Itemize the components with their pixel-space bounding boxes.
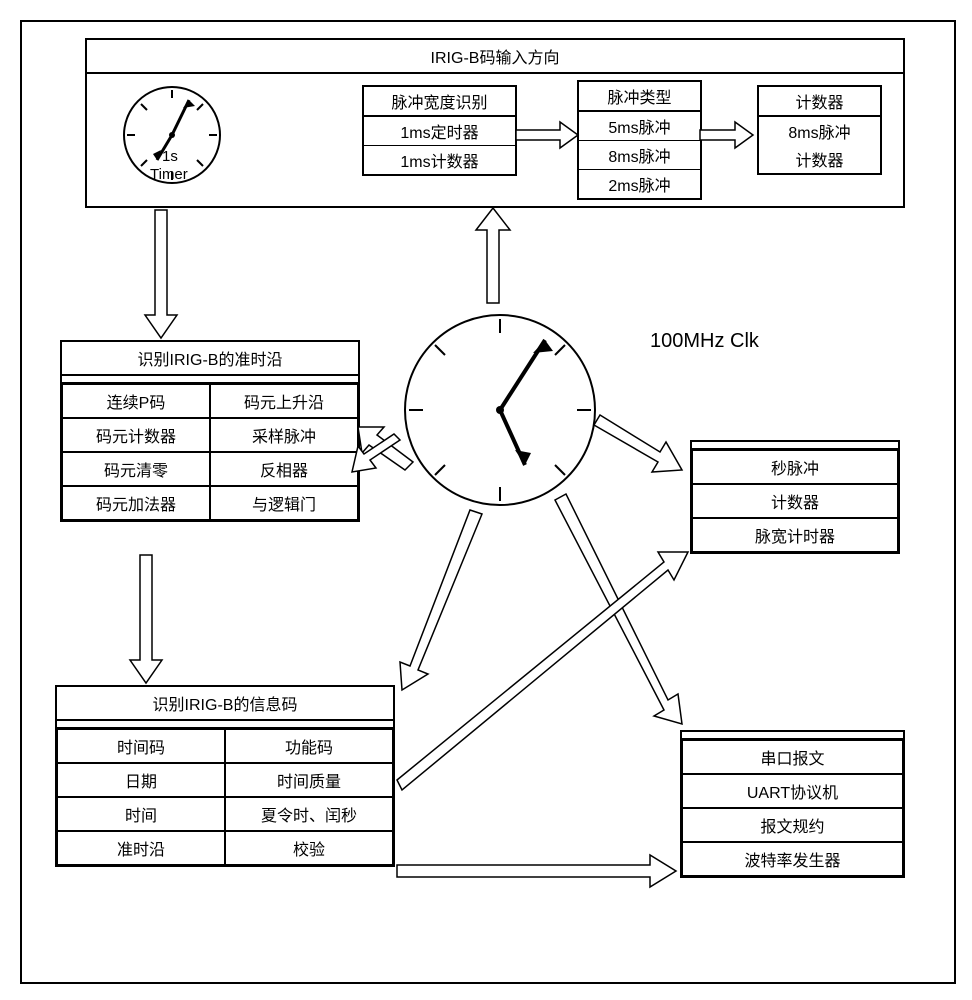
top-col2-r2: 8ms脉冲 (579, 141, 700, 170)
top-col3-header: 计数器 (759, 87, 880, 117)
top-col2-r3: 2ms脉冲 (579, 170, 700, 198)
info-r0: 功能码 (225, 729, 393, 763)
top-col3-r1: 8ms脉冲 (759, 117, 880, 145)
info-l1: 日期 (57, 763, 225, 797)
edge-l3: 码元加法器 (62, 486, 210, 520)
block-edge: 识别IRIG-B的准时沿 连续P码 码元上升沿 码元计数器 采样脉冲 码元清零 … (60, 340, 360, 522)
top-col2-r1: 5ms脉冲 (579, 112, 700, 141)
block-edge-title: 识别IRIG-B的准时沿 (62, 342, 358, 376)
center-clock-label: 100MHz Clk (650, 330, 759, 353)
pulse-r1: 计数器 (692, 484, 898, 518)
diagram-canvas: IRIG-B码输入方向 (0, 0, 972, 1000)
timer-1s-label-2: Timer (150, 166, 188, 183)
pulse-r0: 秒脉冲 (692, 450, 898, 484)
center-clock-icon (395, 305, 605, 520)
edge-r3: 与逻辑门 (210, 486, 358, 520)
top-col1-r3: 1ms计数器 (364, 146, 515, 174)
edge-l0: 连续P码 (62, 384, 210, 418)
uart-r2: 报文规约 (682, 808, 903, 842)
timer-1s-label-1: 1s (162, 148, 178, 165)
top-col1-r2: 1ms定时器 (364, 117, 515, 146)
info-l2: 时间 (57, 797, 225, 831)
pulse-r2: 脉宽计时器 (692, 518, 898, 552)
info-l0: 时间码 (57, 729, 225, 763)
info-r3: 校验 (225, 831, 393, 865)
info-r2: 夏令时、闰秒 (225, 797, 393, 831)
top-col1-r1: 脉冲宽度识别 (364, 87, 515, 117)
uart-r3: 波特率发生器 (682, 842, 903, 876)
top-col1: 脉冲宽度识别 1ms定时器 1ms计数器 (362, 85, 517, 176)
info-r1: 时间质量 (225, 763, 393, 797)
block-info-title: 识别IRIG-B的信息码 (57, 687, 393, 721)
top-block: IRIG-B码输入方向 (85, 38, 905, 208)
block-info: 识别IRIG-B的信息码 时间码 功能码 日期 时间质量 时间 夏令时、闰秒 准… (55, 685, 395, 867)
top-col2: 脉冲类型 5ms脉冲 8ms脉冲 2ms脉冲 (577, 80, 702, 200)
edge-l2: 码元清零 (62, 452, 210, 486)
block-uart: 串口报文 UART协议机 报文规约 波特率发生器 (680, 730, 905, 878)
top-block-title: IRIG-B码输入方向 (87, 40, 903, 74)
top-col3: 计数器 8ms脉冲 计数器 (757, 85, 882, 175)
edge-r0: 码元上升沿 (210, 384, 358, 418)
edge-r1: 采样脉冲 (210, 418, 358, 452)
top-col3-r2: 计数器 (759, 145, 880, 173)
top-col2-header: 脉冲类型 (579, 82, 700, 112)
edge-r2: 反相器 (210, 452, 358, 486)
uart-r1: UART协议机 (682, 774, 903, 808)
block-pulse: 秒脉冲 计数器 脉宽计时器 (690, 440, 900, 554)
uart-r0: 串口报文 (682, 740, 903, 774)
info-l3: 准时沿 (57, 831, 225, 865)
edge-l1: 码元计数器 (62, 418, 210, 452)
